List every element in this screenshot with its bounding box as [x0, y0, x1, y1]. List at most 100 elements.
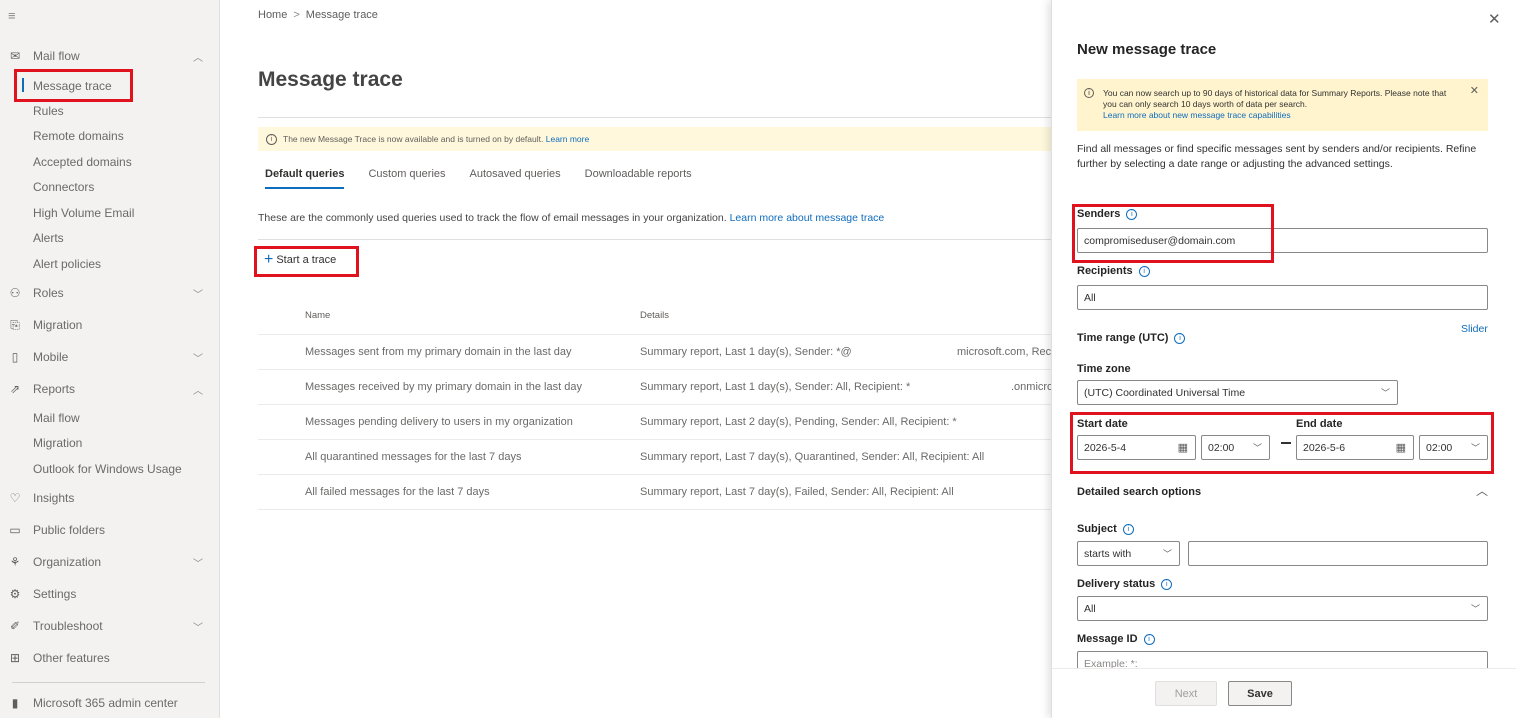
- nav-mobile[interactable]: ▯ Mobile ﹀: [0, 344, 220, 370]
- chevron-down-icon: ﹀: [1162, 549, 1172, 559]
- table-row[interactable]: All quarantined messages for the last 7 …: [258, 440, 1051, 475]
- breadcrumb: Home > Message trace: [258, 9, 378, 21]
- label-text: Time range (UTC): [1077, 332, 1169, 344]
- nav-item-alert-policies[interactable]: Alert policies: [0, 252, 220, 276]
- nav-settings[interactable]: ⚙ Settings: [0, 581, 220, 607]
- nav-label: Microsoft 365 admin center: [33, 696, 178, 710]
- highlight-box: [1070, 412, 1494, 474]
- nav-item-reports-mail-flow[interactable]: Mail flow: [0, 406, 220, 430]
- nav-label: Connectors: [33, 180, 95, 194]
- nav-item-remote-domains[interactable]: Remote domains: [0, 124, 220, 148]
- recipients-input[interactable]: All: [1077, 285, 1488, 310]
- nav-other-features[interactable]: ⊞ Other features: [0, 645, 220, 671]
- nav-label: High Volume Email: [33, 206, 135, 220]
- nav-admin-center[interactable]: ▮ Microsoft 365 admin center: [0, 690, 220, 716]
- next-button[interactable]: Next: [1155, 681, 1217, 706]
- table-row[interactable]: Messages pending delivery to users in my…: [258, 405, 1051, 440]
- hamburger-icon[interactable]: ≡: [8, 8, 22, 23]
- row-name: Messages pending delivery to users in my…: [305, 416, 573, 428]
- nav-label: Accepted domains: [33, 155, 132, 169]
- nav-item-rules[interactable]: Rules: [0, 99, 220, 123]
- tab-downloadable-reports[interactable]: Downloadable reports: [585, 168, 692, 189]
- info-icon[interactable]: i: [1174, 332, 1186, 344]
- time-zone-label: Time zone: [1077, 363, 1131, 375]
- delivery-status-label: Delivery status i: [1077, 578, 1173, 590]
- info-icon: i: [1084, 88, 1094, 98]
- detailed-search-options-header[interactable]: Detailed search options: [1077, 486, 1201, 498]
- chevron-down-icon: ﹀: [193, 353, 203, 365]
- troubleshoot-icon: ✐: [9, 619, 21, 633]
- time-zone-select[interactable]: (UTC) Coordinated Universal Time ﹀: [1077, 380, 1398, 405]
- column-header-name[interactable]: Name: [305, 310, 330, 321]
- table-row[interactable]: All failed messages for the last 7 days …: [258, 475, 1051, 510]
- tab-custom-queries[interactable]: Custom queries: [368, 168, 445, 189]
- info-icon[interactable]: i: [1161, 578, 1173, 590]
- row-details: Summary report, Last 7 day(s), Quarantin…: [640, 451, 985, 463]
- row-details: Summary report, Last 1 day(s), Sender: *…: [640, 346, 852, 358]
- nav-roles[interactable]: ⚇ Roles ﹀: [0, 280, 220, 306]
- nav-mail-flow[interactable]: ✉ Mail flow ︿: [0, 43, 220, 69]
- public-folders-icon: ▭: [9, 523, 21, 537]
- info-icon: i: [266, 133, 277, 145]
- main-content: Home > Message trace Message trace i The n…: [221, 0, 1053, 718]
- nav-item-reports-migration[interactable]: Migration: [0, 431, 220, 455]
- subject-operator-select[interactable]: starts with ﹀: [1077, 541, 1180, 566]
- new-message-trace-panel: ✕ New message trace i You can now search…: [1051, 0, 1516, 718]
- nav-item-alerts[interactable]: Alerts: [0, 226, 220, 250]
- nav-label: Alert policies: [33, 257, 102, 271]
- subject-input[interactable]: [1188, 541, 1488, 566]
- roles-icon: ⚇: [9, 286, 21, 300]
- panel-title: New message trace: [1077, 41, 1217, 58]
- tab-default-queries[interactable]: Default queries: [265, 168, 345, 189]
- chevron-down-icon: ﹀: [1380, 388, 1390, 398]
- notice-learn-more-link[interactable]: Learn more about new message trace capab…: [1103, 110, 1291, 120]
- dismiss-icon[interactable]: ✕: [1470, 86, 1479, 97]
- chevron-down-icon: ﹀: [193, 558, 203, 570]
- nav-item-high-volume-email[interactable]: High Volume Email: [0, 201, 220, 225]
- nav-migration[interactable]: ⎘ Migration: [0, 312, 220, 338]
- nav-public-folders[interactable]: ▭ Public folders: [0, 517, 220, 543]
- migration-icon: ⎘: [10, 317, 20, 332]
- notice-box: i You can now search up to 90 days of hi…: [1077, 79, 1488, 131]
- nav-label: Mail flow: [33, 49, 80, 63]
- slider-link[interactable]: Slider: [1461, 323, 1488, 335]
- table-row[interactable]: Messages sent from my primary domain in …: [258, 335, 1051, 370]
- chevron-down-icon: ﹀: [1470, 604, 1480, 614]
- table-row[interactable]: Messages received by my primary domain i…: [258, 370, 1053, 405]
- save-button[interactable]: Save: [1228, 681, 1292, 706]
- nav-organization[interactable]: ⚘ Organization ﹀: [0, 549, 220, 575]
- label-text: Delivery status: [1077, 578, 1156, 590]
- nav-label: Insights: [33, 491, 75, 505]
- nav-reports[interactable]: ⇗ Reports ︿: [0, 376, 220, 402]
- notice-text: You can now search up to 90 days of hist…: [1103, 88, 1447, 109]
- divider: [258, 239, 1051, 240]
- info-icon[interactable]: i: [1138, 265, 1150, 277]
- nav-label: Migration: [33, 318, 83, 332]
- chevron-up-icon[interactable]: ︿: [1476, 482, 1488, 499]
- nav-item-outlook-usage[interactable]: Outlook for Windows Usage: [0, 457, 220, 481]
- tab-autosaved-queries[interactable]: Autosaved queries: [470, 168, 561, 189]
- nav-label: Mail flow: [33, 411, 80, 425]
- banner-text: The new Message Trace is now available a…: [283, 134, 544, 144]
- chevron-down-icon: ﹀: [193, 289, 203, 301]
- info-icon[interactable]: i: [1122, 523, 1134, 535]
- insights-icon: ♡: [9, 491, 21, 505]
- nav-item-accepted-domains[interactable]: Accepted domains: [0, 150, 220, 174]
- nav-troubleshoot[interactable]: ✐ Troubleshoot ﹀: [0, 613, 220, 639]
- row-name: All quarantined messages for the last 7 …: [305, 451, 522, 463]
- nav-item-connectors[interactable]: Connectors: [0, 175, 220, 199]
- nav-label: Organization: [33, 555, 102, 569]
- highlight-box: [14, 69, 133, 102]
- nav-insights[interactable]: ♡ Insights: [0, 485, 220, 511]
- info-icon[interactable]: i: [1143, 633, 1155, 645]
- recipients-label: Recipients i: [1077, 265, 1150, 277]
- column-header-details[interactable]: Details: [640, 310, 669, 321]
- mail-icon: ✉: [9, 49, 21, 63]
- learn-more-message-trace-link[interactable]: Learn more about message trace: [730, 212, 885, 224]
- close-icon[interactable]: ✕: [1488, 10, 1501, 28]
- banner-learn-more-link[interactable]: Learn more: [546, 134, 589, 144]
- label-text: Subject: [1077, 523, 1117, 535]
- breadcrumb-home[interactable]: Home: [258, 9, 287, 21]
- delivery-status-select[interactable]: All ﹀: [1077, 596, 1488, 621]
- nav-label: Alerts: [33, 231, 64, 245]
